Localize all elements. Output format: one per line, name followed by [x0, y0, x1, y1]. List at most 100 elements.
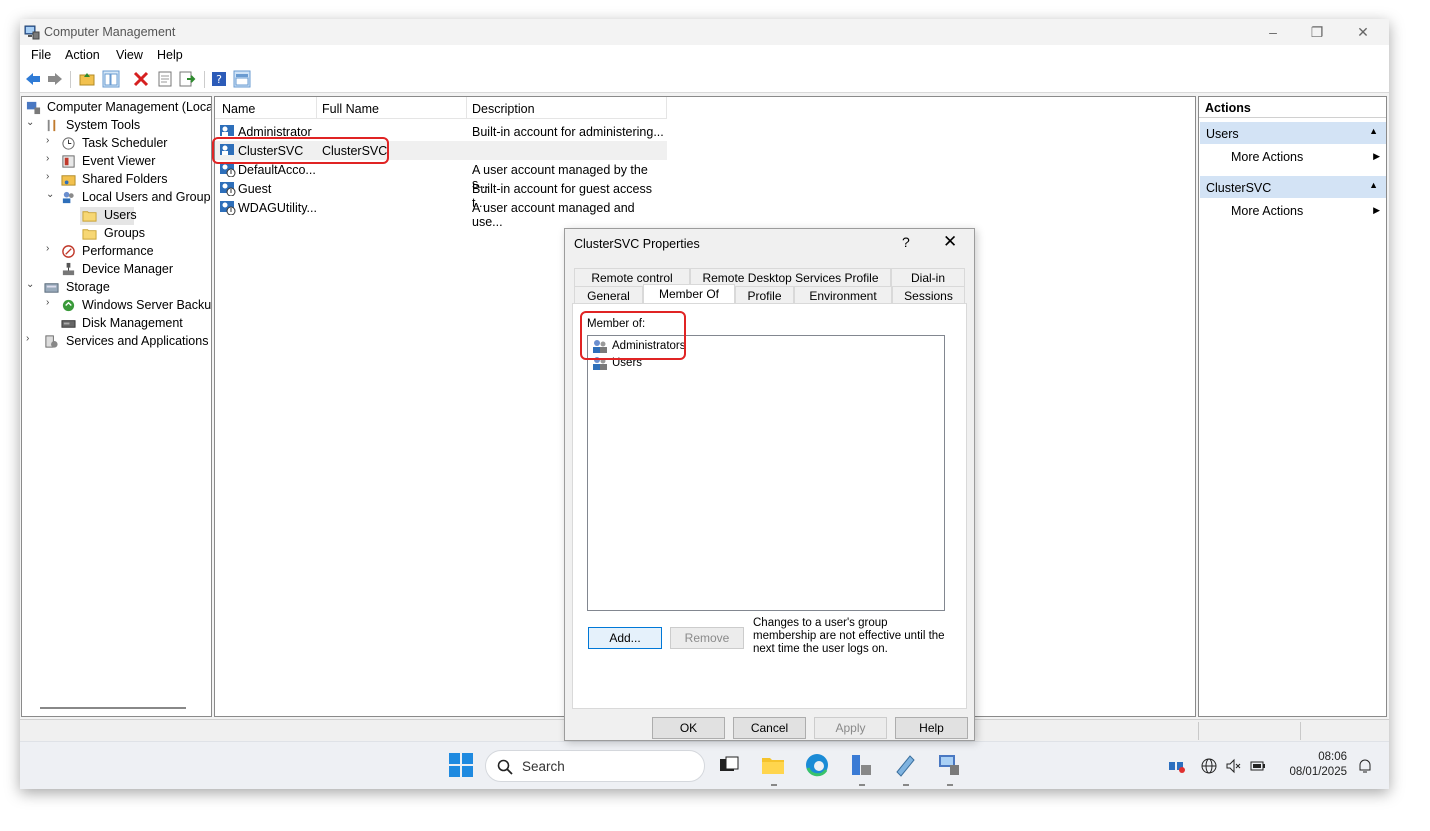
list-header: Name Full Name Description — [215, 97, 667, 119]
export-list-icon[interactable] — [178, 70, 196, 88]
file-explorer-icon[interactable] — [760, 752, 786, 778]
submenu-arrow-icon[interactable]: ▶ — [1373, 205, 1380, 216]
dialog-close-button[interactable]: ✕ — [943, 232, 957, 252]
column-name[interactable]: Name — [222, 102, 255, 116]
tray-clock[interactable]: 08:06 08/01/2025 — [1289, 750, 1347, 780]
tree-label: Shared Folders — [82, 172, 168, 186]
tab-sessions[interactable]: Sessions — [892, 286, 965, 304]
chevron-down-icon[interactable]: ⌄ — [26, 279, 38, 290]
computer-management-taskbar-icon[interactable] — [936, 752, 962, 778]
menu-help[interactable]: Help — [157, 48, 183, 62]
network-globe-icon[interactable] — [1200, 757, 1218, 775]
notepad-icon[interactable] — [892, 752, 918, 778]
table-row[interactable]: WDAGUtility... A user account managed an… — [215, 198, 667, 229]
more-actions-users[interactable]: More Actions — [1231, 150, 1303, 164]
start-icon[interactable] — [448, 752, 474, 778]
status-separator — [1198, 722, 1199, 740]
properties-icon[interactable] — [156, 70, 174, 88]
show-hide-console-tree-icon[interactable] — [102, 70, 120, 88]
tab-member-of[interactable]: Member Of — [643, 284, 735, 304]
svg-text:?: ? — [216, 73, 222, 86]
collapse-triangle-icon[interactable]: ▲ — [1369, 180, 1378, 190]
restore-button[interactable]: ❐ — [1294, 21, 1340, 43]
actions-section-users[interactable]: Users ▲ — [1200, 122, 1386, 144]
computer-management-icon — [26, 101, 41, 115]
add-button[interactable]: Add... — [588, 627, 662, 649]
tree-item-users[interactable]: Users — [80, 207, 137, 225]
column-separator[interactable] — [316, 97, 317, 119]
window-title: Computer Management — [44, 25, 176, 39]
horizontal-scrollbar[interactable] — [40, 707, 186, 709]
menu-bar: File Action View Help — [20, 45, 1389, 66]
chevron-right-icon[interactable]: › — [46, 153, 58, 164]
delete-icon[interactable] — [132, 70, 150, 88]
column-separator[interactable] — [666, 97, 667, 119]
taskbar: Search 08:06 08/01/2025 — [20, 741, 1389, 789]
chevron-right-icon[interactable]: › — [46, 243, 58, 254]
toolbar-separator — [70, 71, 71, 88]
running-indicator — [859, 784, 865, 786]
column-description[interactable]: Description — [472, 102, 535, 116]
notifications-icon[interactable] — [1357, 757, 1373, 775]
computer-management-icon — [24, 25, 40, 40]
tab-general[interactable]: General — [574, 286, 643, 304]
back-arrow-icon[interactable] — [24, 70, 42, 88]
volume-muted-icon[interactable] — [1225, 757, 1243, 775]
battery-icon[interactable] — [1249, 757, 1267, 775]
search-placeholder: Search — [522, 759, 565, 774]
chevron-right-icon[interactable]: › — [46, 135, 58, 146]
ok-button[interactable]: OK — [652, 717, 725, 739]
chevron-right-icon[interactable]: › — [26, 333, 38, 344]
minimize-button[interactable]: – — [1250, 21, 1296, 43]
server-manager-icon[interactable] — [848, 752, 874, 778]
clustersvc-properties-dialog: ClusterSVC Properties ? ✕ Remote control… — [564, 228, 975, 741]
actions-header: Actions — [1199, 97, 1386, 118]
dialog-help-button[interactable]: ? — [902, 234, 910, 250]
collapse-triangle-icon[interactable]: ▲ — [1369, 126, 1378, 136]
running-indicator — [947, 784, 953, 786]
toolbar: ? — [20, 66, 1389, 93]
apply-button[interactable]: Apply — [814, 717, 887, 739]
show-hide-action-pane-icon[interactable] — [233, 70, 251, 88]
tab-profile[interactable]: Profile — [735, 286, 794, 304]
tray-app-icon[interactable] — [1168, 758, 1186, 774]
menu-action[interactable]: Action — [65, 48, 100, 62]
close-button[interactable]: ✕ — [1340, 21, 1386, 43]
cell-description: A user account managed and use... — [472, 201, 635, 229]
up-folder-icon[interactable] — [78, 70, 96, 88]
shared-folder-icon — [61, 175, 76, 186]
tree-label: Windows Server Backup — [82, 298, 212, 312]
remove-button[interactable]: Remove — [670, 627, 744, 649]
member-of-list[interactable]: Administrators Users — [587, 335, 945, 611]
chevron-down-icon[interactable]: ⌄ — [26, 117, 38, 128]
storage-icon — [44, 283, 59, 293]
forward-arrow-icon[interactable] — [46, 70, 64, 88]
more-actions-clustersvc[interactable]: More Actions — [1231, 204, 1303, 218]
column-separator[interactable] — [466, 97, 467, 119]
chevron-down-icon[interactable]: ⌄ — [46, 189, 58, 200]
actions-pane: Actions Users ▲ More Actions ▶ ClusterSV… — [1198, 96, 1387, 717]
cancel-button[interactable]: Cancel — [733, 717, 806, 739]
column-full-name[interactable]: Full Name — [322, 102, 379, 116]
tab-environment[interactable]: Environment — [794, 286, 892, 304]
submenu-arrow-icon[interactable]: ▶ — [1373, 151, 1380, 162]
tree-label: Device Manager — [82, 262, 174, 276]
help-icon[interactable]: ? — [210, 70, 228, 88]
chevron-right-icon[interactable]: › — [46, 297, 58, 308]
chevron-right-icon[interactable]: › — [46, 171, 58, 182]
tab-dial-in[interactable]: Dial-in — [891, 268, 965, 286]
highlight-clustersvc-row — [212, 137, 389, 164]
tree-label: Task Scheduler — [82, 136, 168, 150]
help-button[interactable]: Help — [895, 717, 968, 739]
table-row[interactable]: Guest Built-in account for guest access … — [215, 179, 667, 210]
actions-section-clustersvc[interactable]: ClusterSVC ▲ — [1200, 176, 1386, 198]
performance-icon — [62, 245, 75, 258]
menu-file[interactable]: File — [31, 48, 51, 62]
disabled-user-icon — [220, 163, 236, 177]
tree-label: Storage — [66, 280, 110, 294]
task-view-icon[interactable] — [716, 752, 742, 778]
tree-label: Event Viewer — [82, 154, 156, 168]
taskbar-search[interactable]: Search — [485, 750, 705, 782]
menu-view[interactable]: View — [116, 48, 143, 62]
edge-browser-icon[interactable] — [804, 752, 830, 778]
